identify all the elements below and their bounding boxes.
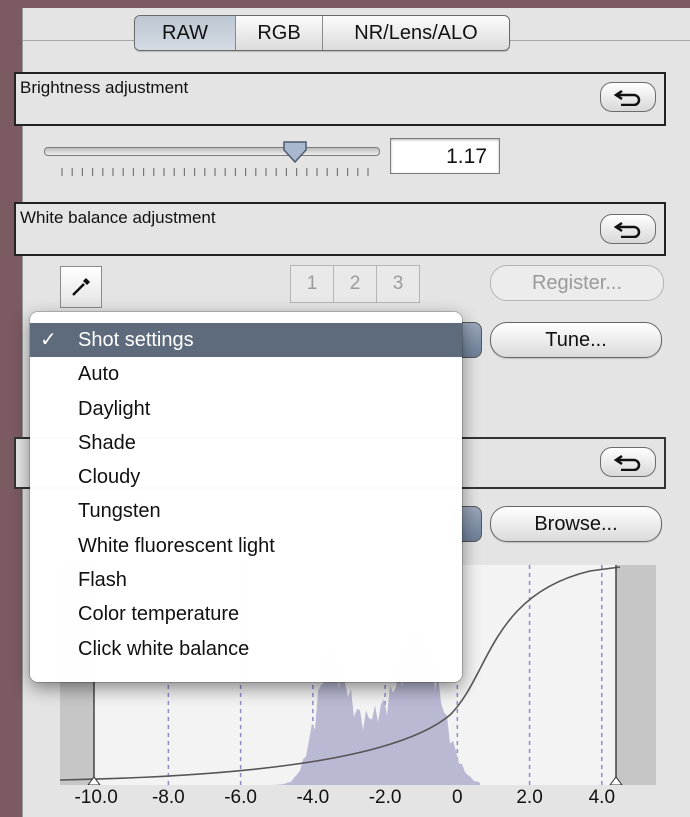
brightness-reset-button[interactable]: [600, 82, 656, 112]
undo-arrow-icon: [613, 221, 641, 238]
eyedropper-button[interactable]: [60, 266, 102, 308]
axis-tick-label: -8.0: [151, 787, 185, 808]
histogram-axis-labels: -10.0 -8.0 -6.0 -4.0 -2.0 0 2.0 4.0: [62, 787, 662, 811]
axis-tick-label: 0: [452, 787, 463, 808]
menu-item-label: Shade: [78, 431, 136, 454]
histogram-right-clip: [616, 565, 656, 785]
brightness-title: Brightness adjustment: [20, 78, 189, 97]
menu-item-color-temperature[interactable]: Color temperature: [30, 597, 462, 631]
menu-item-auto[interactable]: Auto: [30, 357, 462, 391]
menu-item-label: Flash: [78, 569, 127, 592]
brightness-slider-thumb[interactable]: [282, 140, 308, 164]
wb-dropdown-arrow[interactable]: [460, 322, 482, 358]
wb-preset-2-button[interactable]: 2: [334, 265, 377, 303]
brightness-section: Brightness adjustment: [14, 72, 666, 126]
menu-item-label: Cloudy: [78, 466, 141, 489]
wb-preset-group: 1 2 3: [290, 265, 420, 303]
menu-item-label: Tungsten: [78, 500, 161, 523]
menu-item-label: Color temperature: [78, 603, 240, 626]
tune-button[interactable]: Tune...: [490, 322, 662, 358]
axis-tick-label: -4.0: [296, 787, 330, 808]
axis-tick-label: -2.0: [368, 787, 402, 808]
undo-arrow-icon: [613, 454, 641, 471]
undo-arrow-icon: [613, 89, 641, 106]
tab-bar: RAW RGB NR/Lens/ALO: [134, 15, 510, 51]
tab-raw[interactable]: RAW: [135, 16, 236, 50]
menu-item-shade[interactable]: Shade: [30, 426, 462, 460]
menu-item-label: Auto: [78, 363, 120, 386]
checkmark-icon: ✓: [40, 329, 57, 351]
picture-style-dropdown-arrow[interactable]: [460, 506, 482, 542]
brightness-slider[interactable]: [44, 147, 380, 156]
white-balance-popup-menu: ✓ Shot settings Auto Daylight Shade Cloudy Tun…: [30, 312, 462, 682]
tab-rgb[interactable]: RGB: [236, 16, 323, 50]
wb-preset-3-button[interactable]: 3: [377, 265, 420, 303]
menu-item-flash[interactable]: Flash: [30, 563, 462, 597]
wb-preset-1-button[interactable]: 1: [290, 265, 334, 303]
axis-tick-label: -6.0: [224, 787, 257, 808]
menu-item-label: Shot settings: [78, 329, 194, 351]
picture-style-reset-button[interactable]: [600, 447, 656, 477]
white-balance-reset-button[interactable]: [600, 214, 656, 244]
axis-tick-label: 2.0: [516, 787, 543, 808]
slider-ticks: [61, 168, 369, 176]
menu-item-white-fluorescent-light[interactable]: White fluorescent light: [30, 529, 462, 563]
white-balance-section: White balance adjustment: [14, 202, 666, 256]
menu-item-tungsten[interactable]: Tungsten: [30, 494, 462, 528]
tab-nr-lens-alo[interactable]: NR/Lens/ALO: [323, 16, 509, 50]
menu-item-label: Click white balance: [78, 637, 250, 660]
menu-item-shot-settings[interactable]: ✓ Shot settings: [30, 323, 462, 358]
browse-button[interactable]: Browse...: [490, 506, 662, 542]
menu-item-click-white-balance[interactable]: Click white balance: [30, 632, 462, 666]
menu-item-cloudy[interactable]: Cloudy: [30, 460, 462, 494]
brightness-value-field[interactable]: 1.17: [390, 138, 500, 174]
white-balance-title: White balance adjustment: [20, 208, 216, 227]
eyedropper-icon: [72, 278, 90, 296]
menu-item-label: White fluorescent light: [78, 534, 275, 557]
register-button[interactable]: Register...: [490, 265, 664, 301]
menu-item-label: Daylight: [78, 397, 151, 420]
menu-item-daylight[interactable]: Daylight: [30, 392, 462, 426]
axis-tick-label: 4.0: [588, 787, 616, 808]
axis-tick-label: -10.0: [74, 787, 118, 808]
